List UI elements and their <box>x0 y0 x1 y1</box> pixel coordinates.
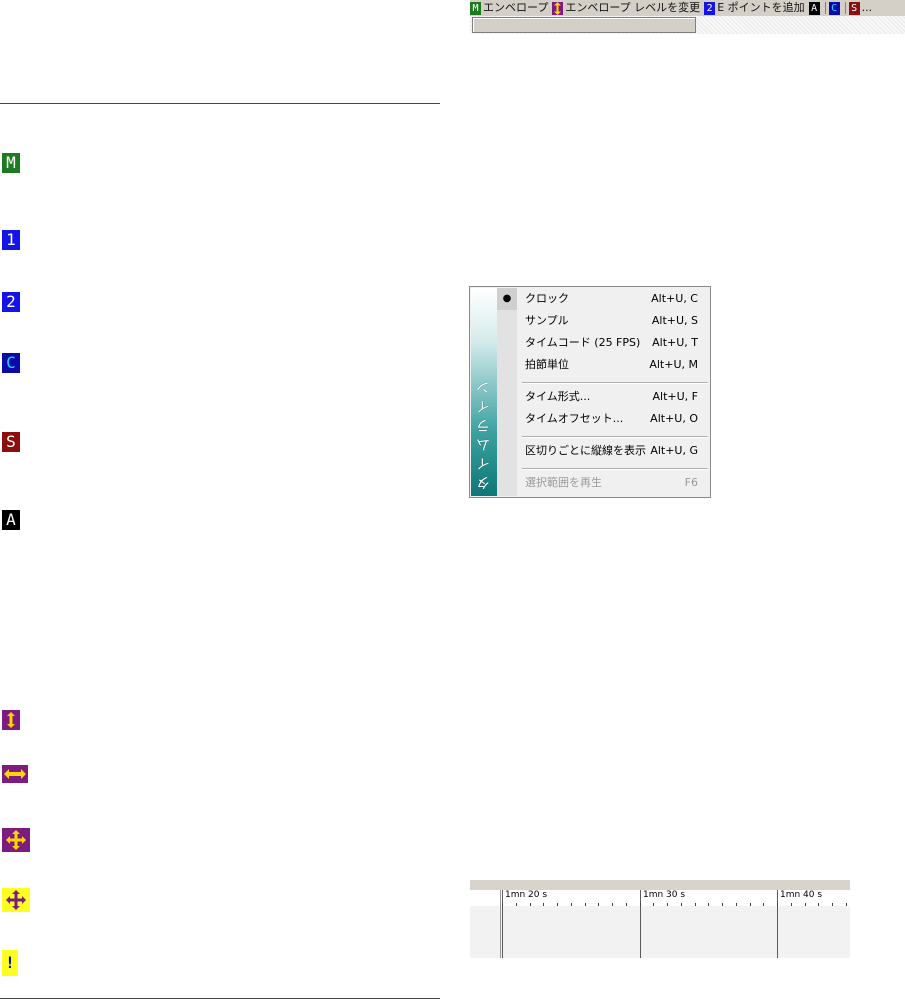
status-separator <box>844 2 846 14</box>
ruler-minor-tick <box>557 903 558 906</box>
menu-item-timecode[interactable]: タイムコード (25 FPS) Alt+U, T <box>497 332 710 354</box>
s-badge-icon: S <box>2 432 20 452</box>
menu-item-time-format[interactable]: タイム形式... Alt+U, F <box>497 386 710 408</box>
menu-item-shortcut: Alt+U, S <box>651 314 698 327</box>
menu-item-measures[interactable]: 拍節単位 Alt+U, M <box>497 354 710 376</box>
ruler-label: 1mn 30 s <box>643 890 686 900</box>
menu-separator <box>522 436 708 438</box>
menu-item-clock[interactable]: ● クロック Alt+U, C <box>497 288 710 310</box>
c-badge-icon: C <box>2 353 20 373</box>
ruler-minor-tick <box>626 903 627 906</box>
ruler-minor-tick <box>708 903 709 906</box>
ruler-minor-tick <box>791 903 792 906</box>
ruler-label: 1mn 20 s <box>505 890 548 900</box>
vertical-arrow-icon <box>2 710 20 730</box>
ruler-minor-tick <box>543 903 544 906</box>
ruler-minor-tick <box>653 903 654 906</box>
menu-item-shortcut: Alt+U, O <box>650 412 698 425</box>
ruler-label: 1mn 40 s <box>780 890 823 900</box>
menu-item-label: サンプル <box>525 314 569 327</box>
menu-item-shortcut: Alt+U, G <box>650 444 698 457</box>
menu-separator <box>522 468 708 470</box>
ruler-minor-tick <box>846 903 847 906</box>
radio-dot-icon: ● <box>497 288 517 310</box>
menu-item-label: 選択範囲を再生 <box>525 476 602 489</box>
m-badge-icon: M <box>2 153 20 173</box>
ruler-minor-tick <box>681 903 682 906</box>
ruler-minor-tick <box>516 903 517 906</box>
top-divider <box>0 103 440 104</box>
ruler-minor-tick <box>750 903 751 906</box>
ruler-minor-tick <box>832 903 833 906</box>
ruler-major-line <box>777 890 778 958</box>
menu-side-banner: タイムライン <box>471 288 497 496</box>
menu-item-label: 区切りごとに縦線を表示 <box>525 444 646 457</box>
move-cross-yellow-icon <box>2 888 30 912</box>
ruler-minor-tick <box>598 903 599 906</box>
timeline-ruler[interactable]: 1mn 20 s 1mn 30 s 1mn 40 s <box>470 880 850 958</box>
ruler-minor-tick <box>695 903 696 906</box>
ruler-minor-tick <box>763 903 764 906</box>
status-separator <box>824 2 826 14</box>
one-badge-icon: 1 <box>2 230 20 250</box>
status-ellipsis: ... <box>861 1 873 14</box>
envelope-hint: エンベロープ <box>483 1 549 14</box>
exclamation-icon: ! <box>2 950 18 976</box>
ruler-minor-tick <box>530 903 531 906</box>
menu-item-shortcut: Alt+U, F <box>652 390 698 403</box>
ruler-minor-tick <box>805 903 806 906</box>
menu-item-shortcut: Alt+U, M <box>649 358 698 371</box>
a-badge-icon: A <box>2 510 20 530</box>
timeline-context-menu: タイムライン ● クロック Alt+U, C サンプル Alt+U, S タイム… <box>469 286 711 498</box>
a-key-icon: A <box>808 1 820 15</box>
menu-separator <box>522 382 708 384</box>
menu-item-play-selection[interactable]: 選択範囲を再生 F6 <box>497 472 710 494</box>
ruler-left-edge <box>500 890 501 958</box>
menu-side-title: タイムライン <box>476 376 492 490</box>
ruler-minor-tick <box>667 903 668 906</box>
menu-item-label: 拍節単位 <box>525 358 569 371</box>
ruler-major-line <box>502 890 503 958</box>
menu-item-show-grid[interactable]: 区切りごとに縦線を表示 Alt+U, G <box>497 440 710 462</box>
ruler-minor-tick <box>585 903 586 906</box>
menu-item-samples[interactable]: サンプル Alt+U, S <box>497 310 710 332</box>
menu-item-time-offset[interactable]: タイムオフセット... Alt+U, O <box>497 408 710 430</box>
add-point-hint: E ポイントを追加 <box>717 1 805 14</box>
ruler-major-line <box>640 890 641 958</box>
menu-item-label: タイムオフセット... <box>525 412 624 425</box>
horizontal-arrow-icon <box>2 765 28 783</box>
envelope-level-hint: エンベロープ レベルを変更 <box>565 1 701 14</box>
menu-item-label: タイム形式... <box>525 390 591 403</box>
m-key-icon: M <box>470 1 481 15</box>
menu-item-label: タイムコード (25 FPS) <box>525 336 641 349</box>
menu-item-label: クロック <box>525 292 569 305</box>
menu-item-shortcut: Alt+U, T <box>652 336 698 349</box>
ruler-header-strip <box>470 880 850 890</box>
ruler-minor-tick <box>818 903 819 906</box>
envelope-status-bar: M エンベロープ エンベロープ レベルを変更 2 E ポイントを追加 A C S… <box>470 0 905 16</box>
ruler-minor-tick <box>640 903 641 906</box>
s-key-icon: S <box>848 1 860 15</box>
two-badge-icon: 2 <box>2 292 20 312</box>
vertical-arrow-icon <box>552 1 564 15</box>
menu-item-shortcut: Alt+U, C <box>651 292 698 305</box>
menu-item-shortcut: F6 <box>684 476 698 489</box>
ruler-minor-tick <box>571 903 572 906</box>
move-cross-purple-icon <box>2 828 30 852</box>
ruler-minor-tick <box>777 903 778 906</box>
ruler-minor-tick <box>612 903 613 906</box>
ruler-minor-tick <box>722 903 723 906</box>
bottom-divider <box>0 998 440 999</box>
c-key-icon: C <box>828 1 840 15</box>
ruler-minor-tick <box>736 903 737 906</box>
two-key-icon: 2 <box>704 1 716 15</box>
status-progress-panel <box>472 17 696 33</box>
ruler-minor-tick <box>502 903 503 906</box>
